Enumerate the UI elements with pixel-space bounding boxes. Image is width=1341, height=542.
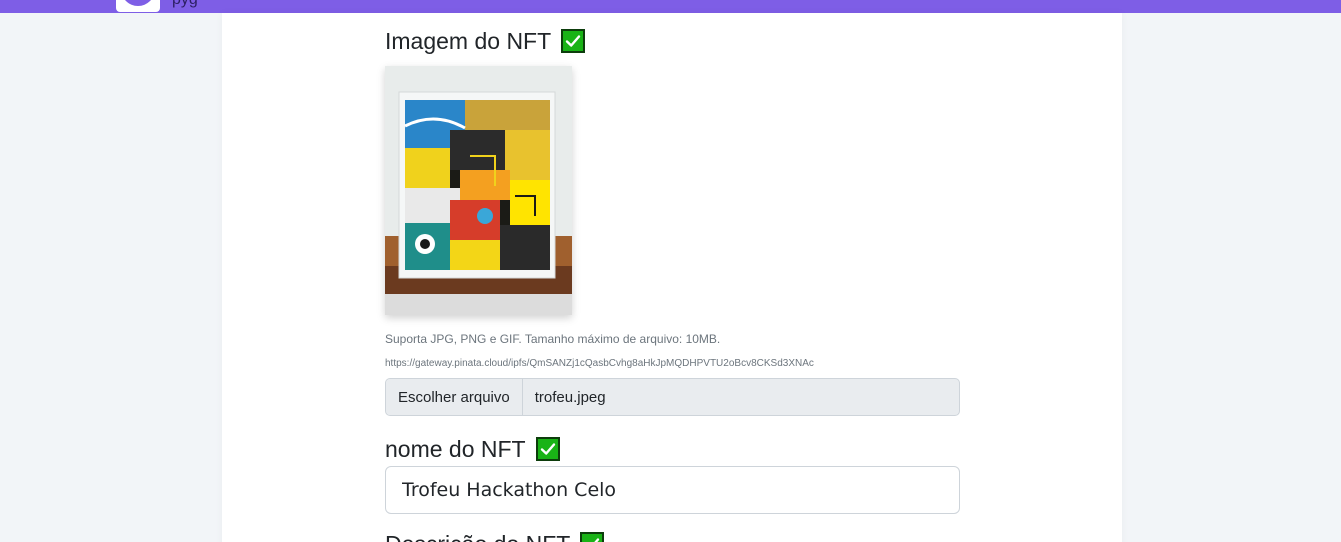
selected-file-name: trofeu.jpeg [534, 388, 606, 406]
green-checkmark-icon [580, 532, 605, 542]
image-section-label: Imagem do NFT [385, 27, 586, 55]
description-label-text: Descrição do NFT [385, 530, 570, 542]
name-label-text: nome do NFT [385, 436, 526, 462]
logo-circle-icon [121, 0, 155, 6]
app-logo[interactable] [116, 0, 160, 12]
nft-name-input[interactable] [385, 466, 960, 514]
description-section-label: Descrição do NFT [385, 530, 605, 542]
image-label-text: Imagem do NFT [385, 28, 552, 54]
app-title: pyg [172, 0, 198, 9]
nft-image-preview [385, 66, 572, 315]
file-input[interactable]: Escolher arquivo trofeu.jpeg [385, 378, 960, 416]
green-checkmark-icon [561, 29, 586, 53]
top-navbar: pyg [0, 0, 1341, 13]
form-panel [222, 13, 1122, 542]
file-help-text: Suporta JPG, PNG e GIF. Tamanho máximo d… [385, 332, 721, 346]
choose-file-button[interactable]: Escolher arquivo [386, 379, 523, 415]
name-section-label: nome do NFT [385, 435, 560, 463]
green-checkmark-icon [535, 437, 560, 461]
ipfs-url: https://gateway.pinata.cloud/ipfs/QmSANZ… [385, 358, 814, 369]
